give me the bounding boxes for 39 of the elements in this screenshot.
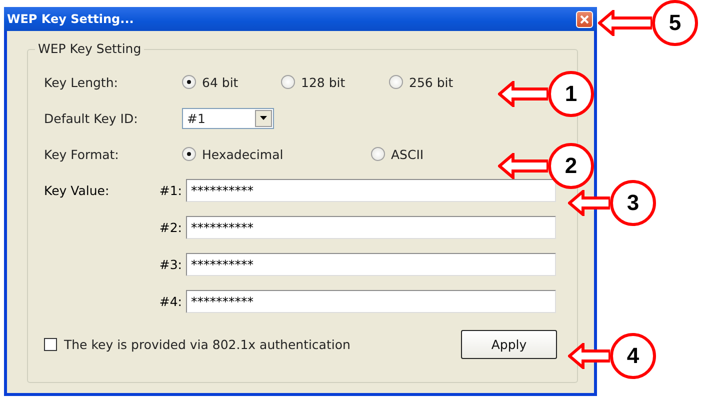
radio-label: 256 bit: [409, 74, 454, 90]
radio-label: 64 bit: [202, 74, 238, 90]
radio-label: 128 bit: [301, 74, 346, 90]
field-label: Default Key ID:: [44, 110, 139, 126]
key-number-label: #4:: [158, 294, 182, 309]
field-label: Key Length:: [44, 74, 119, 90]
apply-button[interactable]: Apply: [461, 330, 557, 359]
dropdown-arrow-icon: [260, 116, 267, 120]
window-title: WEP Key Setting...: [7, 12, 134, 26]
callout-number: 3: [610, 180, 656, 226]
radio-button[interactable]: [371, 147, 385, 161]
callout-arrow: [568, 190, 610, 216]
radio-button[interactable]: [389, 75, 403, 89]
callout-arrow: [568, 343, 610, 369]
key-value-field[interactable]: **********: [186, 253, 556, 276]
callout-arrow: [498, 81, 548, 107]
key-number-label: #2:: [158, 220, 182, 235]
radio-button[interactable]: [182, 75, 196, 89]
field-label: Key Value:: [44, 183, 110, 198]
key-number-label: #1:: [158, 183, 182, 198]
callout-number: 4: [610, 333, 656, 379]
close-icon: [580, 14, 589, 24]
group-title: WEP Key Setting: [35, 41, 144, 56]
field-label: Key Format:: [44, 146, 120, 162]
radio-button[interactable]: [281, 75, 295, 89]
checkbox[interactable]: [44, 338, 57, 351]
radio-button[interactable]: [182, 147, 196, 161]
key-value-field[interactable]: **********: [186, 179, 556, 202]
callout-number: 5: [652, 0, 698, 46]
key-value-field[interactable]: **********: [186, 216, 556, 239]
callout-arrow: [498, 153, 548, 179]
key-value-field[interactable]: **********: [186, 290, 556, 313]
key-number-label: #3:: [158, 257, 182, 272]
radio-label: Hexadecimal: [202, 146, 284, 162]
callout-arrow: [598, 10, 652, 36]
key-id-dropdown[interactable]: #1: [182, 108, 274, 128]
radio-label: ASCII: [391, 146, 424, 162]
checkbox-label: The key is provided via 802.1x authentication: [64, 337, 350, 352]
close-button[interactable]: [576, 10, 593, 28]
